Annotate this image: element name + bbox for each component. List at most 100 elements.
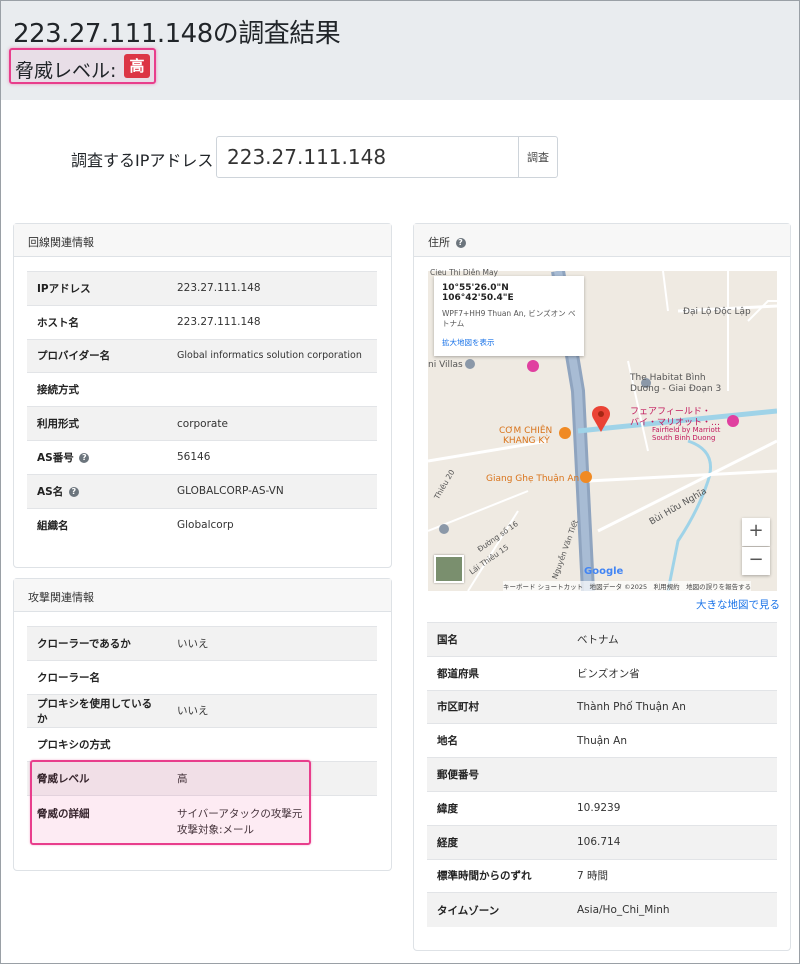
view-large-map-link[interactable]: 大きな地図で見る (696, 597, 780, 612)
row-value: 7 時間 (567, 858, 777, 893)
row-key: 脅威レベル (27, 761, 167, 796)
table-row: 国名 ベトナム (427, 622, 777, 657)
row-key: 経度 (427, 824, 567, 860)
row-key: AS名 ? (27, 473, 167, 509)
row-value: Globalcorp (167, 507, 377, 542)
row-value: サイバーアタックの攻撃元 攻撃対象:メール (167, 794, 377, 846)
row-key: 国名 (427, 622, 567, 657)
table-row: プロキシの方式 (27, 727, 377, 762)
help-icon[interactable]: ? (79, 452, 90, 463)
row-key: AS番号 ? (27, 439, 167, 475)
row-key: 接続方式 (27, 372, 167, 407)
row-key: 組織名 (27, 507, 167, 542)
popup-address: WPF7+HH9 Thuan An, ビンズオン ベトナム (442, 309, 576, 329)
map-label: CƠM CHIÊN (499, 426, 553, 436)
map-info-popup: 10°55'26.0"N 106°42'50.4"E WPF7+HH9 Thua… (434, 276, 584, 356)
table-row: 経度 106.714 (427, 824, 777, 860)
table-row: 市区町村 Thành Phố Thuận An (427, 689, 777, 724)
attack-info-header: 攻撃関連情報 (14, 579, 391, 612)
row-key: 郵便番号 (427, 757, 567, 792)
row-value (567, 757, 777, 792)
ip-search-label: 調査するIPアドレス (71, 151, 214, 170)
table-row: 緯度 10.9239 (427, 790, 777, 826)
row-value: 106.714 (567, 824, 777, 860)
row-key: タイムゾーン (427, 892, 567, 927)
address-header: 住所 ? (414, 224, 790, 257)
help-icon[interactable]: ? (68, 486, 79, 497)
map-label: KHANG KỲ (503, 436, 550, 446)
table-row: 都道府県 ビンズオン省 (427, 655, 777, 691)
map-label: The Habitat Bình (630, 373, 706, 383)
row-value: ベトナム (567, 622, 777, 657)
threat-level-label: 脅威レベル: (15, 60, 117, 82)
map-satellite-toggle[interactable] (434, 555, 464, 583)
table-row: IPアドレス 223.27.111.148 (27, 271, 377, 306)
map-label: South Binh Duong (652, 434, 716, 442)
table-row: 郵便番号 (427, 757, 777, 792)
table-row: プロキシを使用しているか いいえ (27, 693, 377, 728)
row-value: 223.27.111.148 (167, 271, 377, 306)
ip-search-input[interactable] (216, 136, 519, 178)
row-value: Global informatics solution corporation (167, 338, 377, 373)
row-value (167, 659, 377, 695)
row-key: プロバイダー名 (27, 338, 167, 373)
threat-level-header: 脅威レベル: 高 (9, 48, 156, 84)
map-zoom-in-button[interactable]: + (742, 518, 770, 546)
row-key: 地名 (427, 723, 567, 758)
page-title: 223.27.111.148の調査結果 (13, 19, 341, 49)
row-value: corporate (167, 406, 377, 441)
row-key: ホスト名 (27, 304, 167, 340)
row-key: 緯度 (427, 790, 567, 826)
row-value: ビンズオン省 (567, 655, 777, 691)
row-value: Thành Phố Thuận An (567, 689, 777, 724)
row-key-text: AS名 (37, 485, 64, 498)
row-value (167, 727, 377, 762)
row-value: 223.27.111.148 (167, 304, 377, 340)
map-label: Giang Ghẹ Thuận An (486, 474, 580, 484)
row-value: 56146 (167, 439, 377, 475)
row-value: Asia/Ho_Chi_Minh (567, 892, 777, 927)
row-key: 利用形式 (27, 406, 167, 441)
popup-coordinates: 10°55'26.0"N 106°42'50.4"E (442, 283, 514, 303)
threat-level-badge: 高 (124, 54, 150, 78)
page-header: 223.27.111.148の調査結果 脅威レベル: 高 (1, 1, 799, 100)
table-row: AS番号 ? 56146 (27, 439, 377, 475)
threat-detail-line: 攻撃対象:メール (177, 824, 255, 837)
row-value: 高 (167, 761, 377, 796)
map-zoom-out-button[interactable]: − (742, 547, 770, 575)
map-footer[interactable]: キーボード ショートカット 地図データ ©2025 利用規約 地図の誤りを報告す… (503, 581, 752, 591)
row-key: クローラー名 (27, 659, 167, 695)
table-row: ホスト名 223.27.111.148 (27, 304, 377, 340)
row-key: 市区町村 (427, 689, 567, 724)
google-logo: Google (584, 566, 624, 577)
row-value: いいえ (167, 693, 377, 728)
row-key: 脅威の詳細 (27, 794, 167, 846)
row-value: 10.9239 (567, 790, 777, 826)
map-label: ni Villas (428, 360, 463, 370)
table-row: 脅威レベル高 (27, 761, 377, 796)
table-row: 脅威の詳細 サイバーアタックの攻撃元 攻撃対象:メール (27, 794, 377, 846)
map-label: Cieu Thi Diên May (430, 268, 498, 277)
table-row: クローラーであるか いいえ (27, 626, 377, 661)
address-table: 国名 ベトナム 都道府県 ビンズオン省 市区町村 Thành Phố Thuận An… (427, 622, 777, 927)
row-key: 標準時間からのずれ (427, 858, 567, 893)
row-value: GLOBALCORP-AS-VN (167, 473, 377, 509)
map-label: Đại Lộ Độc Lập (683, 307, 751, 317)
line-info-table: IPアドレス 223.27.111.148 ホスト名 223.27.111.148 … (27, 271, 377, 542)
search-button[interactable]: 調査 (518, 136, 558, 178)
row-key: プロキシを使用しているか (27, 693, 167, 728)
attack-info-table: クローラーであるか いいえ クローラー名 プロキシを使用しているか いいえ プロキシ… (27, 626, 377, 846)
help-icon[interactable]: ? (455, 238, 466, 248)
table-row: AS名 ? GLOBALCORP-AS-VN (27, 473, 377, 509)
row-value (167, 372, 377, 407)
table-row: 地名 Thuận An (427, 723, 777, 758)
row-value: Thuận An (567, 723, 777, 758)
row-key-text: AS番号 (37, 451, 74, 464)
line-info-header: 回線関連情報 (14, 224, 391, 257)
map-label: Dương - Giai Đoạn 3 (630, 384, 722, 394)
table-row: 標準時間からのずれ 7 時間 (427, 858, 777, 893)
table-row: プロバイダー名 Global informatics solution corpo… (27, 338, 377, 373)
table-row: 接続方式 (27, 372, 377, 407)
enlarge-map-link[interactable]: 拡大地図を表示 (442, 337, 576, 348)
map-label: Fairfield by Marriott (652, 426, 721, 434)
